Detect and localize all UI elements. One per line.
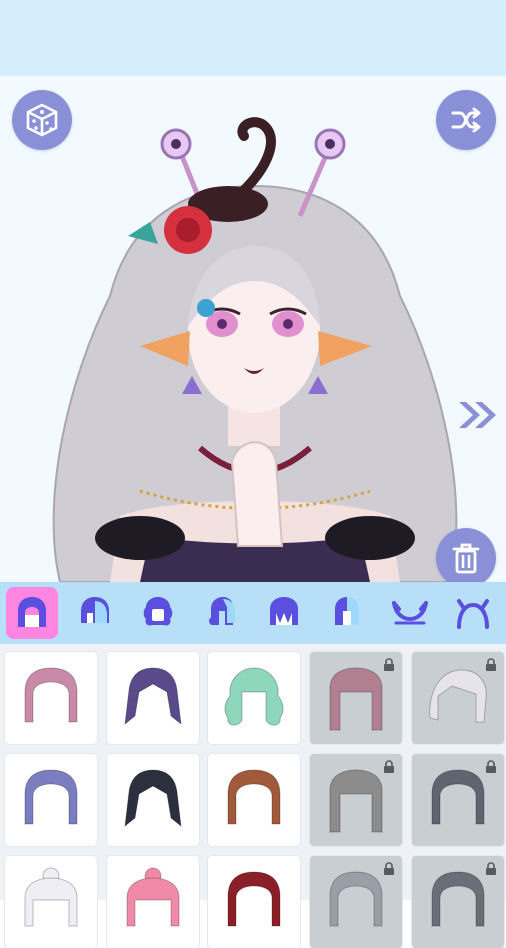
hair-style-thumbnail	[24, 769, 78, 825]
hair-option-locked[interactable]	[412, 754, 504, 846]
hair-style-thumbnail	[24, 867, 78, 927]
tab-hair-side-tail[interactable]	[189, 582, 252, 644]
horns-icon	[391, 601, 428, 625]
top-bar	[0, 0, 506, 76]
hair-style-thumbnail	[227, 769, 281, 825]
hair-half-icon	[334, 597, 359, 625]
character-preview	[52, 117, 458, 582]
category-tab-bar	[0, 582, 506, 644]
hair-style-thumbnail	[431, 769, 485, 825]
hair-front-icon	[80, 597, 109, 623]
hair-option[interactable]	[107, 856, 199, 948]
tab-hair-full[interactable]	[0, 582, 63, 644]
hair-option[interactable]	[5, 856, 97, 948]
lock-icon	[384, 658, 394, 671]
hair-style-thumbnail	[126, 867, 180, 927]
hair-style-thumbnail	[227, 871, 281, 927]
antlers-icon	[456, 599, 489, 629]
lock-icon	[486, 862, 496, 875]
tab-hair-bangs[interactable]	[252, 582, 315, 644]
hair-style-thumbnail	[124, 769, 182, 828]
hair-style-thumbnail	[24, 667, 78, 723]
hair-style-thumbnail	[431, 871, 485, 927]
hair-side-tail-icon	[208, 597, 235, 625]
lock-icon	[384, 760, 394, 773]
hair-style-thumbnail	[329, 871, 383, 927]
hair-style-thumbnail	[224, 667, 284, 726]
hair-option[interactable]	[208, 754, 300, 846]
hair-option[interactable]	[208, 652, 300, 744]
dice-icon	[26, 103, 58, 137]
hair-option[interactable]	[208, 856, 300, 948]
tab-active-highlight	[5, 587, 58, 639]
hair-options-grid	[0, 644, 506, 948]
character-stage	[0, 76, 506, 582]
hair-option-locked[interactable]	[310, 754, 402, 846]
lock-icon	[384, 862, 394, 875]
next-arrow-button[interactable]	[456, 398, 500, 432]
hair-full-icon	[17, 597, 46, 627]
shuffle-button[interactable]	[436, 90, 496, 150]
tab-hair-half[interactable]	[315, 582, 378, 644]
hair-option[interactable]	[107, 754, 199, 846]
tab-hair-back-curly[interactable]	[126, 582, 189, 644]
hair-option-locked[interactable]	[412, 856, 504, 948]
hair-bangs-icon	[269, 597, 298, 625]
hair-style-thumbnail	[329, 667, 383, 731]
lock-icon	[486, 760, 496, 773]
delete-button[interactable]	[436, 528, 496, 582]
hair-style-thumbnail	[329, 769, 383, 833]
double-chevron-right-icon	[459, 402, 496, 428]
hair-option[interactable]	[5, 754, 97, 846]
random-dice-button[interactable]	[12, 90, 72, 150]
hair-curly-icon	[143, 597, 172, 626]
lock-icon	[486, 658, 496, 671]
tab-antlers[interactable]	[441, 582, 504, 644]
hair-option-locked[interactable]	[310, 856, 402, 948]
tab-hair-front[interactable]	[63, 582, 126, 644]
tab-horns[interactable]	[378, 582, 441, 644]
hair-option-locked[interactable]	[310, 652, 402, 744]
hair-option[interactable]	[5, 652, 97, 744]
hair-option-locked[interactable]	[412, 652, 504, 744]
hair-option[interactable]	[107, 652, 199, 744]
hair-style-thumbnail	[429, 669, 487, 723]
trash-icon	[452, 543, 480, 574]
shuffle-icon	[451, 107, 481, 133]
hair-style-thumbnail	[124, 667, 182, 726]
